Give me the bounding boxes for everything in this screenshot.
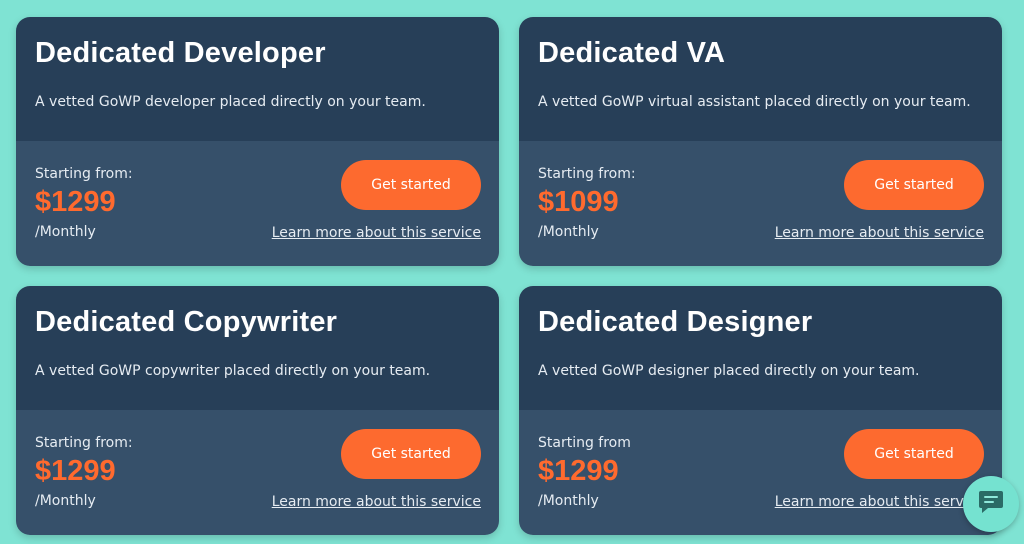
- card-description: A vetted GoWP developer placed directly …: [35, 94, 426, 110]
- card-description: A vetted GoWP designer placed directly o…: [538, 363, 920, 379]
- price-value: $1299: [35, 186, 116, 218]
- service-grid: Dedicated Developer A vetted GoWP develo…: [16, 17, 1002, 537]
- learn-more-link[interactable]: Learn more about this service: [775, 225, 984, 241]
- chat-bubble-icon: [978, 490, 1004, 518]
- card-title: Dedicated Designer: [538, 306, 813, 338]
- starting-from-label: Starting from: [538, 435, 631, 451]
- price-period: /Monthly: [538, 224, 599, 240]
- card-title: Dedicated Copywriter: [35, 306, 338, 338]
- learn-more-link[interactable]: Learn more about this service: [272, 494, 481, 510]
- card-header: Dedicated Designer A vetted GoWP designe…: [519, 286, 1002, 410]
- price-value: $1099: [538, 186, 619, 218]
- card-pricing: Starting from $1299 /Monthly Get started…: [519, 410, 1002, 535]
- card-header: Dedicated Developer A vetted GoWP develo…: [16, 17, 499, 141]
- learn-more-link[interactable]: Learn more about this service: [272, 225, 481, 241]
- service-card-designer: Dedicated Designer A vetted GoWP designe…: [519, 286, 1002, 535]
- get-started-button[interactable]: Get started: [844, 429, 984, 479]
- get-started-button[interactable]: Get started: [341, 160, 481, 210]
- card-description: A vetted GoWP virtual assistant placed d…: [538, 94, 971, 110]
- starting-from-label: Starting from:: [538, 166, 636, 182]
- card-title: Dedicated VA: [538, 37, 726, 69]
- card-pricing: Starting from: $1299 /Monthly Get starte…: [16, 410, 499, 535]
- chat-widget-button[interactable]: [963, 476, 1019, 532]
- card-header: Dedicated VA A vetted GoWP virtual assis…: [519, 17, 1002, 141]
- service-card-copywriter: Dedicated Copywriter A vetted GoWP copyw…: [16, 286, 499, 535]
- price-period: /Monthly: [538, 493, 599, 509]
- starting-from-label: Starting from:: [35, 166, 133, 182]
- service-card-va: Dedicated VA A vetted GoWP virtual assis…: [519, 17, 1002, 266]
- card-pricing: Starting from: $1299 /Monthly Get starte…: [16, 141, 499, 266]
- card-header: Dedicated Copywriter A vetted GoWP copyw…: [16, 286, 499, 410]
- learn-more-link[interactable]: Learn more about this service: [775, 494, 984, 510]
- get-started-button[interactable]: Get started: [341, 429, 481, 479]
- price-period: /Monthly: [35, 224, 96, 240]
- card-title: Dedicated Developer: [35, 37, 326, 69]
- price-value: $1299: [35, 455, 116, 487]
- price-value: $1299: [538, 455, 619, 487]
- price-period: /Monthly: [35, 493, 96, 509]
- card-description: A vetted GoWP copywriter placed directly…: [35, 363, 431, 379]
- card-pricing: Starting from: $1099 /Monthly Get starte…: [519, 141, 1002, 266]
- starting-from-label: Starting from:: [35, 435, 133, 451]
- get-started-button[interactable]: Get started: [844, 160, 984, 210]
- service-card-developer: Dedicated Developer A vetted GoWP develo…: [16, 17, 499, 266]
